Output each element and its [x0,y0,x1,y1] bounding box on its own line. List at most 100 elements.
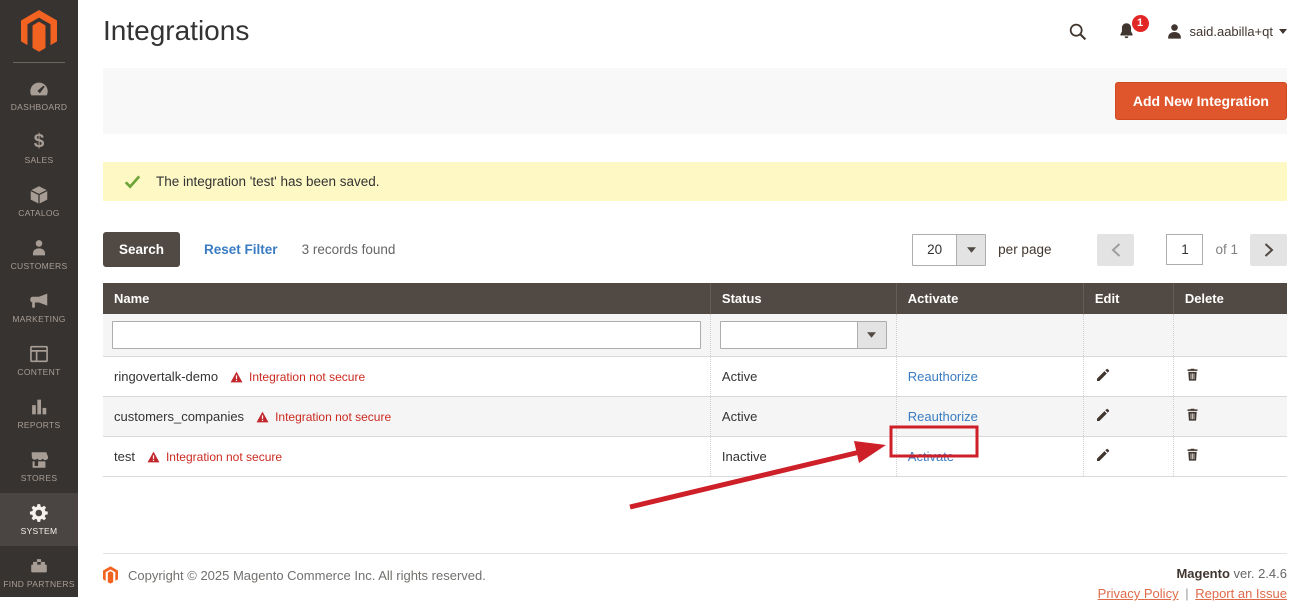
sidebar-item-label: CATALOG [18,209,59,218]
warning-text: Integration not secure [275,410,391,424]
toolbar-right: 20 per page of 1 [912,234,1287,266]
sidebar-item-label: SALES [25,156,54,165]
column-header-name[interactable]: Name [103,283,710,314]
sidebar-item-sales[interactable]: $ SALES [0,122,78,175]
sidebar-item-label: STORES [21,474,58,483]
records-found-text: 3 records found [302,242,396,257]
reauthorize-link[interactable]: Reauthorize [908,409,978,424]
footer-meta: Magento ver. 2.4.6 Privacy Policy | Repo… [1098,566,1287,601]
admin-sidebar: DASHBOARD $ SALES CATALOG CUSTOMERS MARK… [0,0,78,597]
chevron-down-icon [956,235,985,265]
user-menu[interactable]: said.aabilla+qt [1165,22,1287,41]
sidebar-item-label: FIND PARTNERS [3,580,75,589]
page-header: Integrations 1 said.aabilla+qt [78,0,1306,62]
integration-warning: Integration not secure [230,370,365,384]
sidebar-item-label: SYSTEM [21,527,58,536]
version-line: Magento ver. 2.4.6 [1098,566,1287,581]
customers-icon [28,237,50,259]
sidebar-item-content[interactable]: CONTENT [0,334,78,387]
page-number-input[interactable] [1166,234,1203,265]
sidebar-item-marketing[interactable]: MARKETING [0,281,78,334]
content-icon [28,343,50,365]
column-header-edit: Edit [1083,283,1173,314]
per-page-select[interactable]: 20 [912,234,986,266]
legal-separator: | [1185,586,1188,601]
trash-icon [1185,447,1200,463]
copyright-text: Copyright © 2025 Magento Commerce Inc. A… [128,568,486,583]
per-page-value: 20 [913,235,956,265]
chevron-left-icon [1111,243,1121,257]
legal-links: Privacy Policy | Report an Issue [1098,586,1287,601]
integrations-grid: Name Status Activate Edit Delete [103,283,1287,477]
delete-button[interactable] [1185,367,1200,383]
sidebar-item-system[interactable]: SYSTEM [0,493,78,546]
sidebar-nav: DASHBOARD $ SALES CATALOG CUSTOMERS MARK… [0,69,78,599]
name-filter-input[interactable] [112,321,701,349]
user-icon [1165,22,1184,41]
integration-name: test [114,449,135,464]
reauthorize-link[interactable]: Reauthorize [908,369,978,384]
integration-name: ringovertalk-demo [114,369,218,384]
status-filter-select[interactable] [720,321,887,349]
status-cell: Active [710,397,896,437]
delete-button[interactable] [1185,447,1200,463]
table-header-row: Name Status Activate Edit Delete [103,283,1287,314]
column-header-status[interactable]: Status [710,283,896,314]
report-issue-link[interactable]: Report an Issue [1195,586,1287,601]
stores-icon [28,449,50,471]
marketing-icon [28,290,50,312]
integration-name: customers_companies [114,409,244,424]
edit-button[interactable] [1095,447,1111,463]
notifications-button[interactable]: 1 [1116,21,1137,42]
footer: Copyright © 2025 Magento Commerce Inc. A… [103,553,1287,601]
search-icon[interactable] [1067,21,1088,42]
sidebar-item-label: REPORTS [17,421,60,430]
reports-icon [28,396,50,418]
find-partners-icon [28,555,50,577]
warning-icon [230,371,243,383]
brand-name: Magento [1176,566,1229,581]
search-button[interactable]: Search [103,232,180,267]
toolbar-left: Search Reset Filter 3 records found [103,232,395,267]
page-total-label: of 1 [1215,242,1238,257]
page-actions-bar: Add New Integration [103,68,1287,134]
magento-logo-icon [103,566,118,584]
reset-filter-link[interactable]: Reset Filter [204,242,278,257]
add-new-integration-button[interactable]: Add New Integration [1115,82,1287,120]
check-icon [123,172,142,191]
version-text: ver. 2.4.6 [1234,566,1287,581]
warning-text: Integration not secure [166,450,282,464]
sidebar-item-label: MARKETING [12,315,65,324]
filter-row [103,314,1287,357]
privacy-policy-link[interactable]: Privacy Policy [1098,586,1179,601]
previous-page-button[interactable] [1097,234,1134,266]
magento-logo[interactable] [0,0,78,62]
pencil-icon [1095,407,1111,423]
notifications-count-badge: 1 [1132,15,1149,32]
sidebar-item-find-partners[interactable]: FIND PARTNERS [0,546,78,599]
footer-copyright: Copyright © 2025 Magento Commerce Inc. A… [103,566,486,584]
page-title: Integrations [103,15,249,47]
sidebar-item-label: CONTENT [17,368,60,377]
warning-icon [147,451,160,463]
delete-button[interactable] [1185,407,1200,423]
sidebar-item-label: CUSTOMERS [11,262,68,271]
sidebar-item-dashboard[interactable]: DASHBOARD [0,69,78,122]
grid-toolbar: Search Reset Filter 3 records found 20 p… [103,232,1287,267]
header-actions: 1 said.aabilla+qt [1067,21,1287,42]
per-page-label: per page [998,242,1051,257]
edit-button[interactable] [1095,367,1111,383]
sidebar-item-reports[interactable]: REPORTS [0,387,78,440]
column-header-activate: Activate [896,283,1083,314]
activate-link[interactable]: Activate [908,449,954,464]
sidebar-item-catalog[interactable]: CATALOG [0,175,78,228]
sidebar-divider [13,62,65,63]
table-row: ringovertalk-demo Integration not secure… [103,357,1287,397]
trash-icon [1185,407,1200,423]
pencil-icon [1095,367,1111,383]
dashboard-icon [28,78,50,100]
next-page-button[interactable] [1250,234,1287,266]
edit-button[interactable] [1095,407,1111,423]
sidebar-item-customers[interactable]: CUSTOMERS [0,228,78,281]
sidebar-item-stores[interactable]: STORES [0,440,78,493]
